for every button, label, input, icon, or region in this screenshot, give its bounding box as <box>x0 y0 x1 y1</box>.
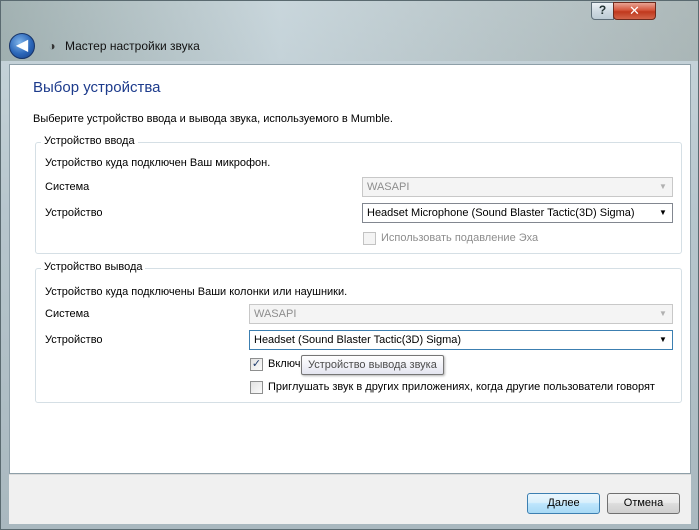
input-device-select[interactable]: Headset Microphone (Sound Blaster Tactic… <box>362 203 673 223</box>
output-device-value: Headset (Sound Blaster Tactic(3D) Sigma) <box>254 334 462 346</box>
input-system-value: WASAPI <box>367 181 410 193</box>
output-group-description: Устройство куда подключены Ваши колонки … <box>45 286 348 298</box>
window-title: Мастер настройки звука <box>65 39 200 53</box>
help-button[interactable]: ? <box>591 2 614 20</box>
input-group-legend: Устройство ввода <box>41 135 138 147</box>
checkmark-icon: ✓ <box>251 358 262 370</box>
chevron-down-icon: ▼ <box>659 182 667 191</box>
input-system-select[interactable]: WASAPI ▼ <box>362 177 673 197</box>
attenuate-checkbox[interactable] <box>250 381 263 394</box>
input-group-description: Устройство куда подключен Ваш микрофон. <box>45 157 271 169</box>
mumble-icon: ◑ <box>48 39 56 53</box>
attenuate-label: Приглушать звук в других приложениях, ко… <box>268 381 655 393</box>
output-system-select[interactable]: WASAPI ▼ <box>249 304 673 324</box>
output-system-label: Система <box>45 308 90 320</box>
chevron-down-icon: ▼ <box>659 208 667 217</box>
input-device-label: Устройство <box>45 207 103 219</box>
wizard-footer: Далее Отмена <box>9 474 691 524</box>
echo-cancel-checkbox[interactable] <box>363 232 376 245</box>
chevron-down-icon: ▼ <box>659 309 667 318</box>
cancel-button[interactable]: Отмена <box>607 493 680 514</box>
page-heading: Выбор устройства <box>33 79 161 96</box>
output-device-tooltip: Устройство вывода звука <box>301 355 444 375</box>
wizard-window: ? ✕ ◀ ◑ Мастер настройки звука Выбор уст… <box>0 0 699 530</box>
wizard-page: Выбор устройства Выберите устройство вво… <box>9 64 691 474</box>
back-button[interactable]: ◀ <box>9 33 35 59</box>
output-device-label: Устройство <box>45 334 103 346</box>
output-device-select[interactable]: Headset (Sound Blaster Tactic(3D) Sigma)… <box>249 330 673 350</box>
output-device-group: Устройство вывода Устройство куда подклю… <box>35 261 682 403</box>
page-description: Выберите устройство ввода и вывода звука… <box>33 113 393 125</box>
back-arrow-icon: ◀ <box>15 37 29 54</box>
chevron-down-icon: ▼ <box>659 335 667 344</box>
input-system-label: Система <box>45 181 90 193</box>
output-group-legend: Устройство вывода <box>41 261 146 273</box>
close-button[interactable]: ✕ <box>613 2 656 20</box>
echo-cancel-label: Использовать подавление Эха <box>381 232 539 244</box>
next-button[interactable]: Далее <box>527 493 600 514</box>
positional-audio-checkbox[interactable]: ✓ <box>250 358 263 371</box>
input-device-group: Устройство ввода Устройство куда подключ… <box>35 135 682 254</box>
output-system-value: WASAPI <box>254 308 297 320</box>
input-device-value: Headset Microphone (Sound Blaster Tactic… <box>367 207 635 219</box>
